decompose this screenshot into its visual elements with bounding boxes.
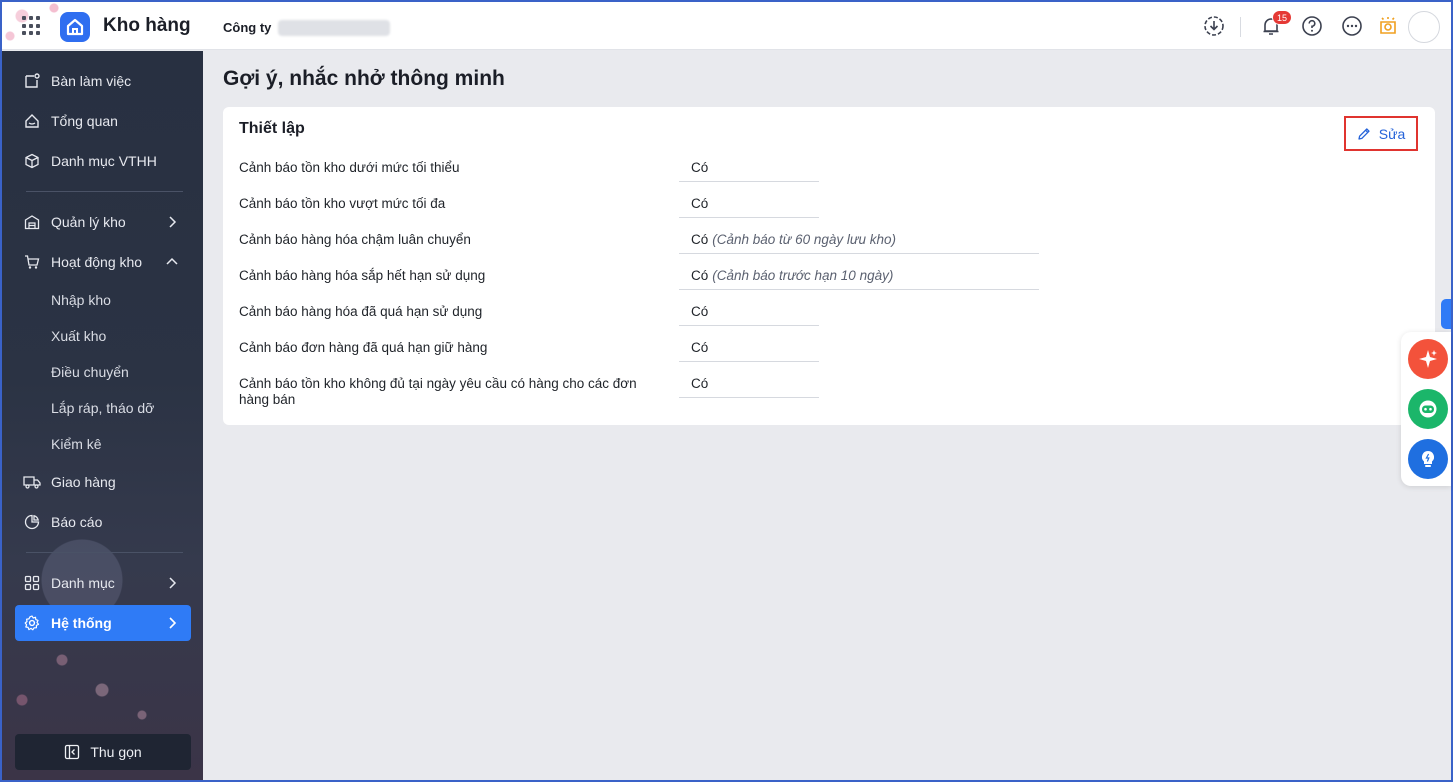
sidebar-item-label: Danh mục (51, 575, 115, 591)
setting-value: Có (679, 340, 819, 362)
sidebar-subitem-assembly[interactable]: Lắp ráp, tháo dỡ (51, 400, 154, 416)
help-icon[interactable] (1301, 15, 1323, 37)
notification-badge: 15 (1272, 10, 1293, 25)
setting-value: Có (679, 196, 819, 218)
sidebar-item-label: Quản lý kho (51, 214, 126, 230)
sidebar-item-overview[interactable]: Tổng quan (15, 103, 191, 139)
sidebar-item-label: Hệ thống (51, 615, 112, 631)
desk-icon (23, 72, 41, 90)
sidebar-subitem-inventory-check[interactable]: Kiểm kê (51, 436, 102, 452)
setting-label: Cảnh báo hàng hóa chậm luân chuyển (239, 232, 471, 247)
sidebar-item-catalog-materials[interactable]: Danh mục VTHH (15, 143, 191, 179)
company-name-redacted (278, 20, 390, 36)
cart-icon (23, 253, 41, 271)
floating-widget-panel (1401, 332, 1451, 486)
sidebar-item-label: Danh mục VTHH (51, 153, 157, 169)
sidebar-item-delivery[interactable]: Giao hàng (15, 464, 191, 500)
chevron-up-icon (166, 257, 178, 265)
collapse-label: Thu gọn (90, 744, 142, 760)
avatar[interactable] (1408, 11, 1440, 43)
setting-label: Cảnh báo hàng hóa sắp hết hạn sử dụng (239, 268, 486, 283)
sidebar-item-label: Bàn làm việc (51, 73, 132, 89)
setting-value: Có (679, 376, 819, 398)
box-icon (23, 152, 41, 170)
download-icon[interactable] (1203, 15, 1225, 37)
setting-note: (Cảnh báo từ 60 ngày lưu kho) (712, 232, 896, 247)
setting-label: Cảnh báo tồn kho dưới mức tối thiểu (239, 160, 460, 175)
sidebar-item-warehouse-management[interactable]: Quản lý kho (15, 204, 191, 240)
setting-label: Cảnh báo tồn kho không đủ tại ngày yêu c… (239, 376, 637, 407)
pie-chart-icon (23, 513, 41, 531)
more-icon[interactable] (1341, 15, 1363, 37)
chevron-right-icon (169, 577, 177, 589)
chatbot-button[interactable] (1408, 389, 1448, 429)
chevron-right-icon (169, 617, 177, 629)
setting-note: (Cảnh báo trước hạn 10 ngày) (712, 268, 894, 283)
setting-label: Cảnh báo tồn kho vượt mức tối đa (239, 196, 446, 211)
sidebar-divider (26, 191, 183, 192)
top-bar: Kho hàng Công ty 15 (2, 2, 1451, 50)
sidebar-item-label: Hoạt động kho (51, 254, 143, 270)
sidebar-subitem-import[interactable]: Nhập kho (51, 292, 111, 308)
setting-label: Cảnh báo hàng hóa đã quá hạn sử dụng (239, 304, 483, 319)
app-grid-icon[interactable] (22, 16, 42, 36)
side-panel-toggle[interactable] (1441, 299, 1451, 329)
page-title: Gợi ý, nhắc nhở thông minh (223, 67, 505, 90)
chat-bot-icon (1419, 400, 1437, 418)
sidebar-item-label: Tổng quan (51, 113, 118, 129)
gear-icon (23, 614, 41, 632)
lightbulb-icon (1421, 450, 1435, 467)
edit-button[interactable]: Sửa (1344, 116, 1418, 151)
truck-icon (23, 473, 41, 491)
edit-label: Sửa (1378, 125, 1406, 142)
lightbulb-icon[interactable] (1377, 15, 1399, 37)
sidebar-item-label: Báo cáo (51, 514, 103, 530)
sparkle-icon (1419, 350, 1437, 368)
setting-value: Có (679, 304, 819, 326)
app-title: Kho hàng (103, 15, 191, 36)
sidebar-subitem-export[interactable]: Xuất kho (51, 328, 106, 344)
tips-button[interactable] (1408, 439, 1448, 479)
card-title: Thiết lập (239, 120, 305, 137)
setting-label: Cảnh báo đơn hàng đã quá hạn giữ hàng (239, 340, 488, 355)
setting-value: Có (Cảnh báo từ 60 ngày lưu kho) (679, 232, 1039, 254)
ai-assistant-button[interactable] (1408, 339, 1448, 379)
toolbar-divider (1240, 17, 1241, 37)
chevron-right-icon (169, 216, 177, 228)
sidebar-item-reports[interactable]: Báo cáo (15, 504, 191, 540)
app-logo-icon (60, 12, 90, 42)
collapse-icon (65, 744, 80, 760)
grid-icon (23, 574, 41, 592)
collapse-sidebar-button[interactable]: Thu gọn (15, 734, 191, 770)
settings-card: Thiết lập Sửa Cảnh báo tồn kho dưới mức … (223, 107, 1435, 425)
sidebar: Bàn làm việc Tổng quan Danh mục VTHH Quả… (2, 51, 203, 780)
pencil-icon (1358, 127, 1370, 140)
sidebar-item-system[interactable]: Hệ thống (15, 605, 191, 641)
sidebar-item-catalog[interactable]: Danh mục (15, 565, 191, 601)
setting-value: Có (Cảnh báo trước hạn 10 ngày) (679, 268, 1039, 290)
setting-value: Có (679, 160, 819, 182)
overview-icon (23, 112, 41, 130)
company-label[interactable]: Công ty (223, 20, 271, 35)
warehouse-icon (23, 213, 41, 231)
sidebar-item-desk[interactable]: Bàn làm việc (15, 63, 191, 99)
sidebar-divider (26, 552, 183, 553)
sidebar-item-warehouse-activity[interactable]: Hoạt động kho (15, 244, 191, 280)
sidebar-item-label: Giao hàng (51, 474, 116, 490)
sidebar-subitem-transfer[interactable]: Điều chuyển (51, 364, 129, 380)
